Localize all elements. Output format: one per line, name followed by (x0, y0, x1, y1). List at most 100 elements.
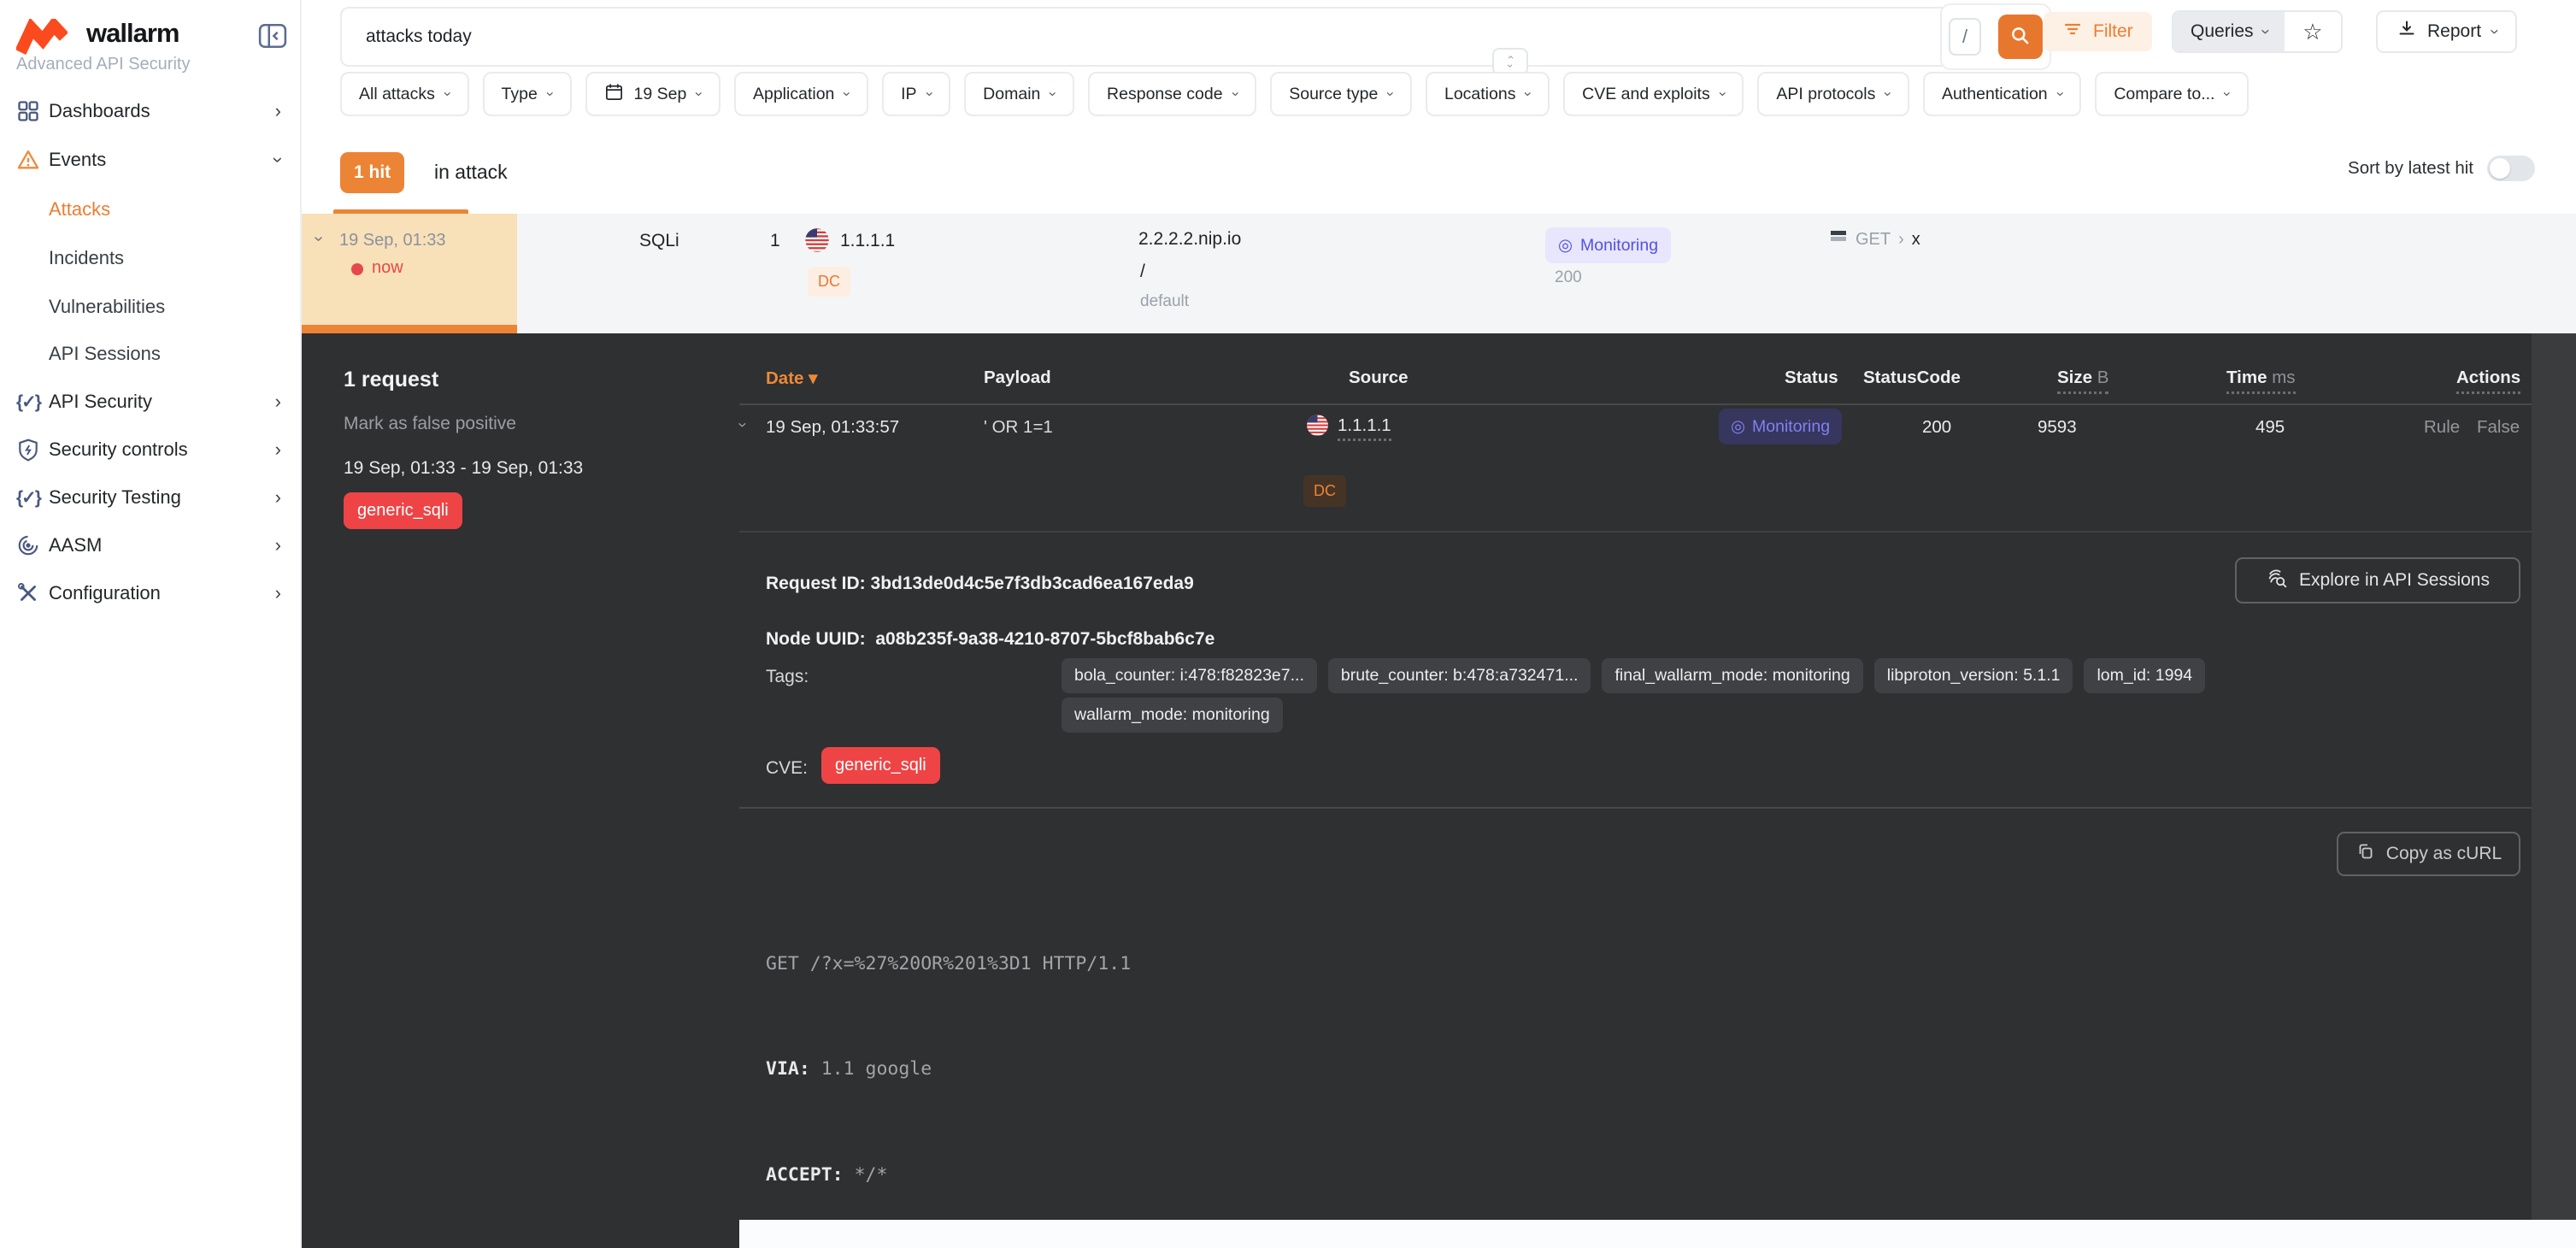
node-uuid-line: Node UUID: a08b235f-9a38-4210-8707-5bcf8… (766, 629, 1214, 650)
filter-button[interactable]: Filter (2044, 12, 2152, 51)
sidebar-item-security-controls[interactable]: Security controls › (0, 431, 302, 468)
request-source-ip[interactable]: 1.1.1.1 (1338, 415, 1391, 441)
copy-as-curl-button[interactable]: Copy as cURL (2337, 832, 2520, 876)
sidebar-item-aasm[interactable]: AASM › (0, 527, 302, 564)
column-header-time[interactable]: Time ms (2226, 368, 2296, 394)
endpoint-name: x (1912, 230, 1920, 250)
chevron-down-icon: › (2255, 29, 2274, 34)
datacenter-badge: DC (808, 267, 850, 297)
column-header-date[interactable]: Date ▾ (766, 368, 817, 389)
attack-type: SQLi (639, 231, 679, 251)
braces-check-icon: {✓} (16, 391, 49, 413)
http-header-line: VIA: 1.1 google (766, 1057, 1596, 1083)
sidebar-item-configuration[interactable]: Configuration › (0, 574, 302, 612)
mark-false-positive-link[interactable]: Mark as false positive (344, 414, 516, 434)
attack-domain: 2.2.2.2.nip.io (1138, 229, 1241, 250)
action-rule-link[interactable]: Rule (2424, 417, 2460, 438)
sidebar-item-security-testing[interactable]: {✓} Security Testing › (0, 479, 302, 516)
search-button[interactable] (1998, 15, 2043, 59)
column-header-payload: Payload (984, 368, 1051, 388)
filter-icon (2062, 19, 2083, 44)
chevron-right-icon: › (275, 582, 281, 604)
action-false-link[interactable]: False (2477, 417, 2520, 438)
http-request-block: GET /?x=%27%20OR%201%3D1 HTTP/1.1 VIA: 1… (766, 846, 1596, 1248)
sidebar-item-dashboards[interactable]: Dashboards › (0, 92, 302, 130)
copy-icon (2355, 841, 2376, 867)
chevron-down-icon: › (1226, 91, 1244, 97)
favorite-star-button[interactable]: ☆ (2285, 12, 2341, 51)
chevron-right-icon: › (275, 486, 281, 509)
report-button[interactable]: Report › (2376, 10, 2517, 53)
sidebar-item-label: Security Testing (49, 486, 275, 509)
main-content: / Filter Queries › ☆ (302, 0, 2576, 1248)
attack-date-cell-selected[interactable]: › 19 Sep, 01:33 now (302, 214, 517, 333)
chevron-down-icon: › (1879, 91, 1897, 97)
sidebar-item-label: Configuration (49, 582, 275, 604)
explore-api-sessions-button[interactable]: Explore in API Sessions (2235, 557, 2520, 603)
table-row-divider (739, 531, 2532, 533)
collapse-sidebar-icon[interactable] (258, 22, 287, 54)
tab-in-attack[interactable]: in attack (434, 161, 508, 184)
tag-pill: final_wallarm_mode: monitoring (1602, 658, 1862, 693)
filter-chip-all-attacks[interactable]: All attacks› (340, 72, 469, 116)
logo-text: wallarm (86, 18, 179, 49)
attack-response-code: 200 (1555, 268, 1582, 287)
filter-chip-locations[interactable]: Locations› (1426, 72, 1550, 116)
queries-button[interactable]: Queries › (2173, 12, 2285, 51)
chevron-right-icon: › (275, 534, 281, 556)
attack-detail-panel: 1 request Mark as false positive 19 Sep,… (302, 333, 2576, 1248)
filter-chip-api-protocols[interactable]: API protocols› (1757, 72, 1909, 116)
chevron-down-icon: › (920, 91, 938, 97)
filter-chip-source-type[interactable]: Source type› (1270, 72, 1412, 116)
sort-control: Sort by latest hit (2348, 156, 2535, 181)
sidebar-item-api-sessions[interactable]: API Sessions (49, 337, 161, 371)
scrollbar-gutter[interactable] (2532, 333, 2576, 1228)
attack-application: default (1140, 292, 1189, 311)
chevron-down-icon[interactable]: › (732, 422, 751, 427)
tag-pill: bola_counter: i:478:f82823e7... (1062, 658, 1317, 693)
filter-chip-type[interactable]: Type› (483, 72, 572, 116)
sidebar-item-label: AASM (49, 534, 275, 556)
attack-source-ip[interactable]: 1.1.1.1 (840, 231, 895, 251)
sidebar-item-attacks[interactable]: Attacks (49, 192, 110, 227)
sort-toggle[interactable] (2487, 156, 2535, 181)
column-header-statuscode: StatusCode (1863, 368, 1961, 388)
filter-chip-compare-to[interactable]: Compare to...› (2095, 72, 2249, 116)
filter-chip-response-code[interactable]: Response code› (1088, 72, 1256, 116)
search-bar (340, 7, 1956, 67)
column-header-actions[interactable]: Actions (2456, 368, 2520, 394)
us-flag-icon (804, 227, 830, 257)
logo-row: wallarm (16, 15, 290, 58)
datacenter-badge: DC (1303, 475, 1346, 507)
chevron-down-icon: › (2485, 29, 2503, 34)
sidebar-item-api-security[interactable]: {✓} API Security › (0, 383, 302, 421)
attack-date: 19 Sep, 01:33 (339, 231, 446, 250)
tag-pill: libproton_version: 5.1.1 (1874, 658, 2073, 693)
http-header-line: GET /?x=%27%20OR%201%3D1 HTTP/1.1 (766, 951, 1596, 978)
live-dot (351, 263, 363, 275)
node-uuid-value: a08b235f-9a38-4210-8707-5bcf8bab6c7e (875, 629, 1214, 649)
sidebar-item-incidents[interactable]: Incidents (49, 241, 124, 275)
hits-count-badge: 1 hit (340, 152, 404, 193)
filter-chip-cve-exploits[interactable]: CVE and exploits› (1563, 72, 1744, 116)
queries-label: Queries (2191, 21, 2254, 42)
section-divider (739, 807, 2532, 809)
chevron-down-icon: › (1044, 91, 1062, 97)
attack-time-range: 19 Sep, 01:33 - 19 Sep, 01:33 (344, 458, 583, 479)
sidebar-item-vulnerabilities[interactable]: Vulnerabilities (49, 290, 165, 324)
filter-chip-authentication[interactable]: Authentication› (1923, 72, 2081, 116)
chevron-right-icon: › (275, 391, 281, 413)
filter-chip-application[interactable]: Application› (734, 72, 868, 116)
sidebar-item-events[interactable]: Events › (0, 141, 302, 179)
filter-chip-ip[interactable]: IP› (882, 72, 950, 116)
column-header-size[interactable]: Size B (2057, 368, 2108, 394)
search-input[interactable] (366, 26, 1819, 47)
filter-chip-domain[interactable]: Domain› (964, 72, 1074, 116)
filter-chip-date[interactable]: 19 Sep› (585, 72, 720, 116)
tags-row: bola_counter: i:478:f82823e7...brute_cou… (1062, 658, 2205, 693)
chevron-right-icon: › (275, 100, 281, 122)
attack-summary-row[interactable]: › 19 Sep, 01:33 now SQLi 1 1.1.1.1 DC 2.… (302, 214, 2576, 333)
column-header-source: Source (1349, 368, 1409, 388)
star-icon: ☆ (2303, 19, 2322, 45)
request-time: 495 (2255, 417, 2285, 438)
